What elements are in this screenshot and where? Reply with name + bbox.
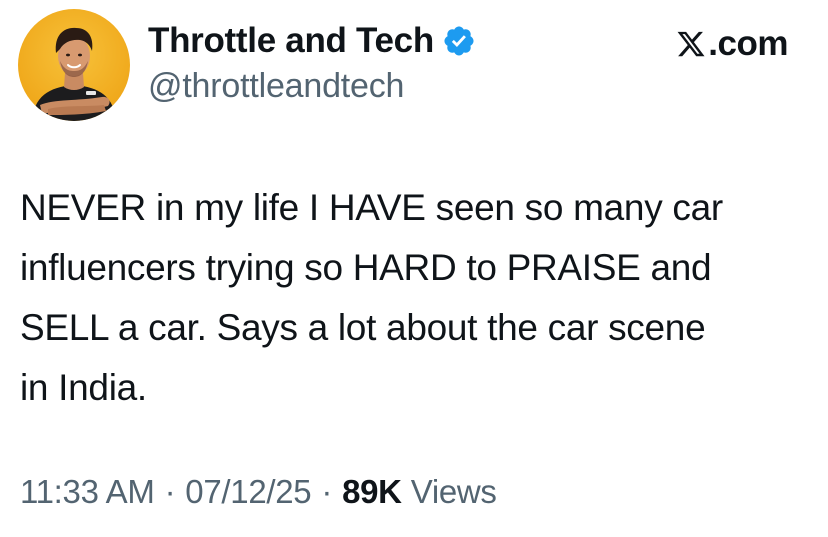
tweet-text-line: SELL a car. Says a lot about the car sce… bbox=[20, 307, 706, 348]
tweet-text-line: influencers trying so HARD to PRAISE and bbox=[20, 247, 712, 288]
views-label: Views bbox=[410, 473, 497, 510]
display-name[interactable]: Throttle and Tech bbox=[148, 21, 434, 61]
meta-separator: · bbox=[321, 473, 333, 510]
verified-badge-icon bbox=[442, 24, 476, 58]
meta-separator: · bbox=[164, 473, 176, 510]
views-count[interactable]: 89K bbox=[342, 473, 402, 511]
tweet-meta: 11:33 AM · 07/12/25 · 89K Views bbox=[20, 469, 497, 515]
brand-suffix: .com bbox=[708, 24, 788, 63]
tweet-card: Throttle and Tech @throttleandtech .com … bbox=[0, 0, 828, 537]
tweet-text: NEVER in my life I HAVE seen so many car… bbox=[20, 178, 810, 418]
user-handle[interactable]: @throttleandtech bbox=[148, 67, 404, 106]
tweet-text-line: NEVER in my life I HAVE seen so many car bbox=[20, 187, 723, 228]
tweet-time[interactable]: 11:33 AM bbox=[20, 473, 155, 511]
x-logo-icon bbox=[676, 29, 706, 59]
display-name-row: Throttle and Tech bbox=[148, 19, 476, 63]
brand-watermark: .com bbox=[676, 24, 788, 64]
tweet-text-line: in India. bbox=[20, 367, 147, 408]
tweet-date[interactable]: 07/12/25 bbox=[185, 473, 311, 511]
avatar[interactable] bbox=[18, 9, 130, 121]
person-avatar-icon bbox=[32, 27, 116, 121]
